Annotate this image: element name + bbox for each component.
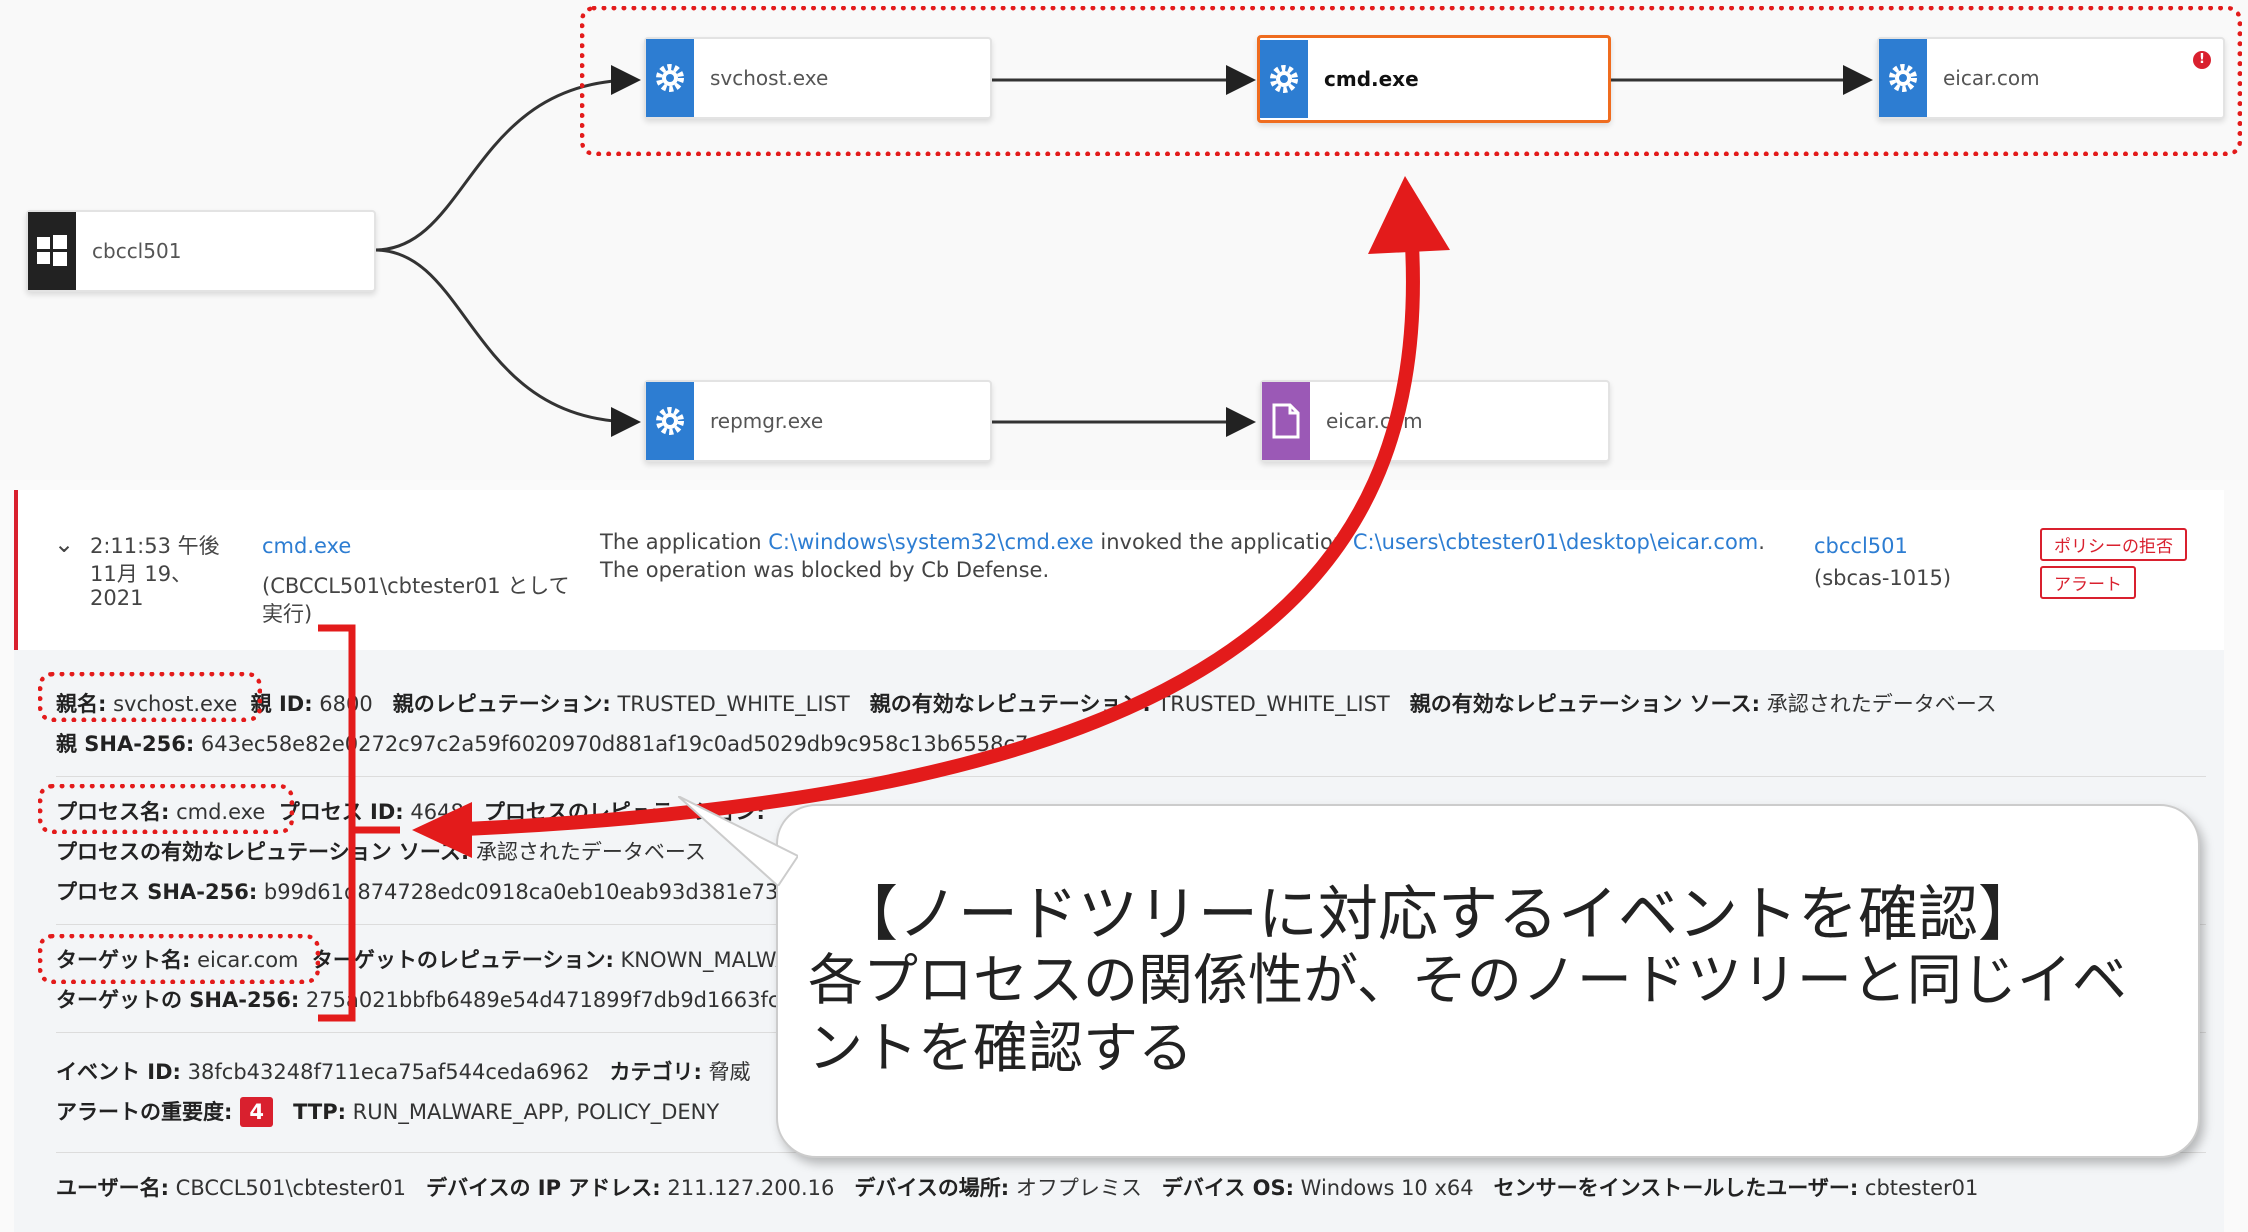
- value: 6800: [319, 692, 373, 716]
- value: 38fcb43248f711eca75af544ceda6962: [187, 1060, 590, 1084]
- highlight-process-name: [38, 784, 294, 834]
- callout-title: 【ノードツリーに対応するイベントを確認】: [838, 880, 2038, 950]
- event-date: 11月 19、: [90, 562, 193, 586]
- value: CBCCL501\cbtester01: [175, 1176, 407, 1200]
- desc-text: The application: [600, 530, 769, 554]
- process-src-line: プロセスの有効なレピュテーション ソース: 承認されたデータベース: [56, 836, 706, 866]
- annotation-callout: 【ノードツリーに対応するイベントを確認】 各プロセスの関係性が、そのノードツリー…: [678, 796, 2200, 1158]
- node-cbccl501[interactable]: cbccl501: [26, 210, 376, 292]
- device-sub: (sbcas-1015): [1814, 566, 1952, 590]
- highlight-target-name: [38, 934, 320, 984]
- key: ターゲットの SHA-256:: [56, 988, 300, 1012]
- node-label: eicar.com: [1326, 409, 1423, 433]
- key: イベント ID:: [56, 1060, 181, 1084]
- value: Windows 10 x64: [1300, 1176, 1474, 1200]
- value: 承認されたデータベース: [1766, 692, 1997, 716]
- key: プロセスの有効なレピュテーション ソース:: [56, 840, 470, 864]
- value: TRUSTED_WHITE_LIST: [1157, 692, 1390, 716]
- callout-body: 各プロセスの関係性が、そのノードツリーと同じイベントを確認する: [808, 948, 2127, 1080]
- key: デバイスの IP アドレス:: [426, 1176, 661, 1200]
- highlight-box: [580, 6, 2242, 156]
- key: 親の有効なレピュテーション:: [869, 692, 1151, 716]
- desc-text: .: [1758, 530, 1765, 554]
- parent-sha-line: 親 SHA-256: 643ec58e82e0272c97c2a59f60209…: [56, 728, 1028, 758]
- event-description-2: The operation was blocked by Cb Defense.: [600, 558, 1050, 582]
- value: RUN_MALWARE_APP, POLICY_DENY: [352, 1100, 720, 1124]
- desc-text: invoked the application: [1093, 530, 1353, 554]
- key: カテゴリ:: [609, 1060, 702, 1084]
- value: cbtester01: [1864, 1176, 1979, 1200]
- divider: [56, 776, 2206, 777]
- windows-icon: [28, 212, 76, 290]
- key: プロセス SHA-256:: [56, 880, 258, 904]
- policy-deny-badge: ポリシーの拒否: [2040, 528, 2187, 561]
- event-row[interactable]: ⌄ 2:11:53 午後 11月 19、 2021 cmd.exe (CBCCL…: [14, 490, 2224, 650]
- severity-line: アラートの重要度: 4 TTP: RUN_MALWARE_APP, POLICY_…: [56, 1096, 719, 1127]
- key: アラートの重要度:: [56, 1100, 233, 1124]
- value: TRUSTED_WHITE_LIST: [617, 692, 850, 716]
- run-as-end: 実行): [262, 602, 313, 626]
- process-tree: cbccl501 svchost.exe cmd.exe eicar.com !…: [0, 0, 2248, 480]
- value: 脅威: [708, 1060, 751, 1084]
- device-line: ユーザー名: CBCCL501\cbtester01 デバイスの IP アドレス…: [56, 1172, 1978, 1202]
- desc-path-link[interactable]: C:\users\cbtester01\desktop\eicar.com: [1353, 530, 1758, 554]
- process-link[interactable]: cmd.exe: [262, 534, 351, 558]
- severity-badge: 4: [240, 1097, 274, 1127]
- node-eicar-file[interactable]: eicar.com: [1260, 380, 1610, 462]
- key: デバイスの場所:: [854, 1176, 1010, 1200]
- desc-path-link[interactable]: C:\windows\system32\cmd.exe: [768, 530, 1093, 554]
- key: TTP:: [293, 1100, 346, 1124]
- gear-icon: [646, 382, 694, 460]
- expand-chevron-icon[interactable]: ⌄: [54, 530, 74, 558]
- event-year: 2021: [90, 586, 144, 610]
- value: 4648: [410, 800, 464, 824]
- parent-line: 親名: svchost.exe 親 ID: 6800 親のレピュテーション: T…: [56, 688, 1997, 718]
- node-label: cbccl501: [92, 239, 182, 263]
- event-time: 2:11:53 午後: [90, 534, 220, 558]
- value: オフプレミス: [1015, 1176, 1142, 1200]
- key: センサーをインストールしたユーザー:: [1493, 1176, 1859, 1200]
- file-icon: [1262, 382, 1310, 460]
- event-description: The application C:\windows\system32\cmd.…: [600, 530, 1765, 554]
- value: 承認されたデータベース: [475, 840, 706, 864]
- key: プロセス ID:: [278, 800, 404, 824]
- key: ユーザー名:: [56, 1176, 169, 1200]
- callout-tail: [678, 796, 798, 886]
- highlight-parent-name: [38, 672, 262, 722]
- key: 親 SHA-256:: [56, 732, 195, 756]
- alert-badge: アラート: [2040, 566, 2136, 599]
- key: 親の有効なレピュテーション ソース:: [1409, 692, 1761, 716]
- device-link[interactable]: cbccl501: [1814, 534, 1908, 558]
- node-label: repmgr.exe: [710, 409, 824, 433]
- node-repmgr[interactable]: repmgr.exe: [644, 380, 992, 462]
- key: 親のレピュテーション:: [392, 692, 611, 716]
- value: 211.127.200.16: [667, 1176, 835, 1200]
- value: 643ec58e82e0272c97c2a59f6020970d881af19c…: [200, 732, 1029, 756]
- event-id-line: イベント ID: 38fcb43248f711eca75af544ceda696…: [56, 1056, 751, 1086]
- key: ターゲットのレピュテーション:: [311, 948, 614, 972]
- run-as: (CBCCL501\cbtester01 として: [262, 574, 570, 598]
- key: デバイス OS:: [1161, 1176, 1294, 1200]
